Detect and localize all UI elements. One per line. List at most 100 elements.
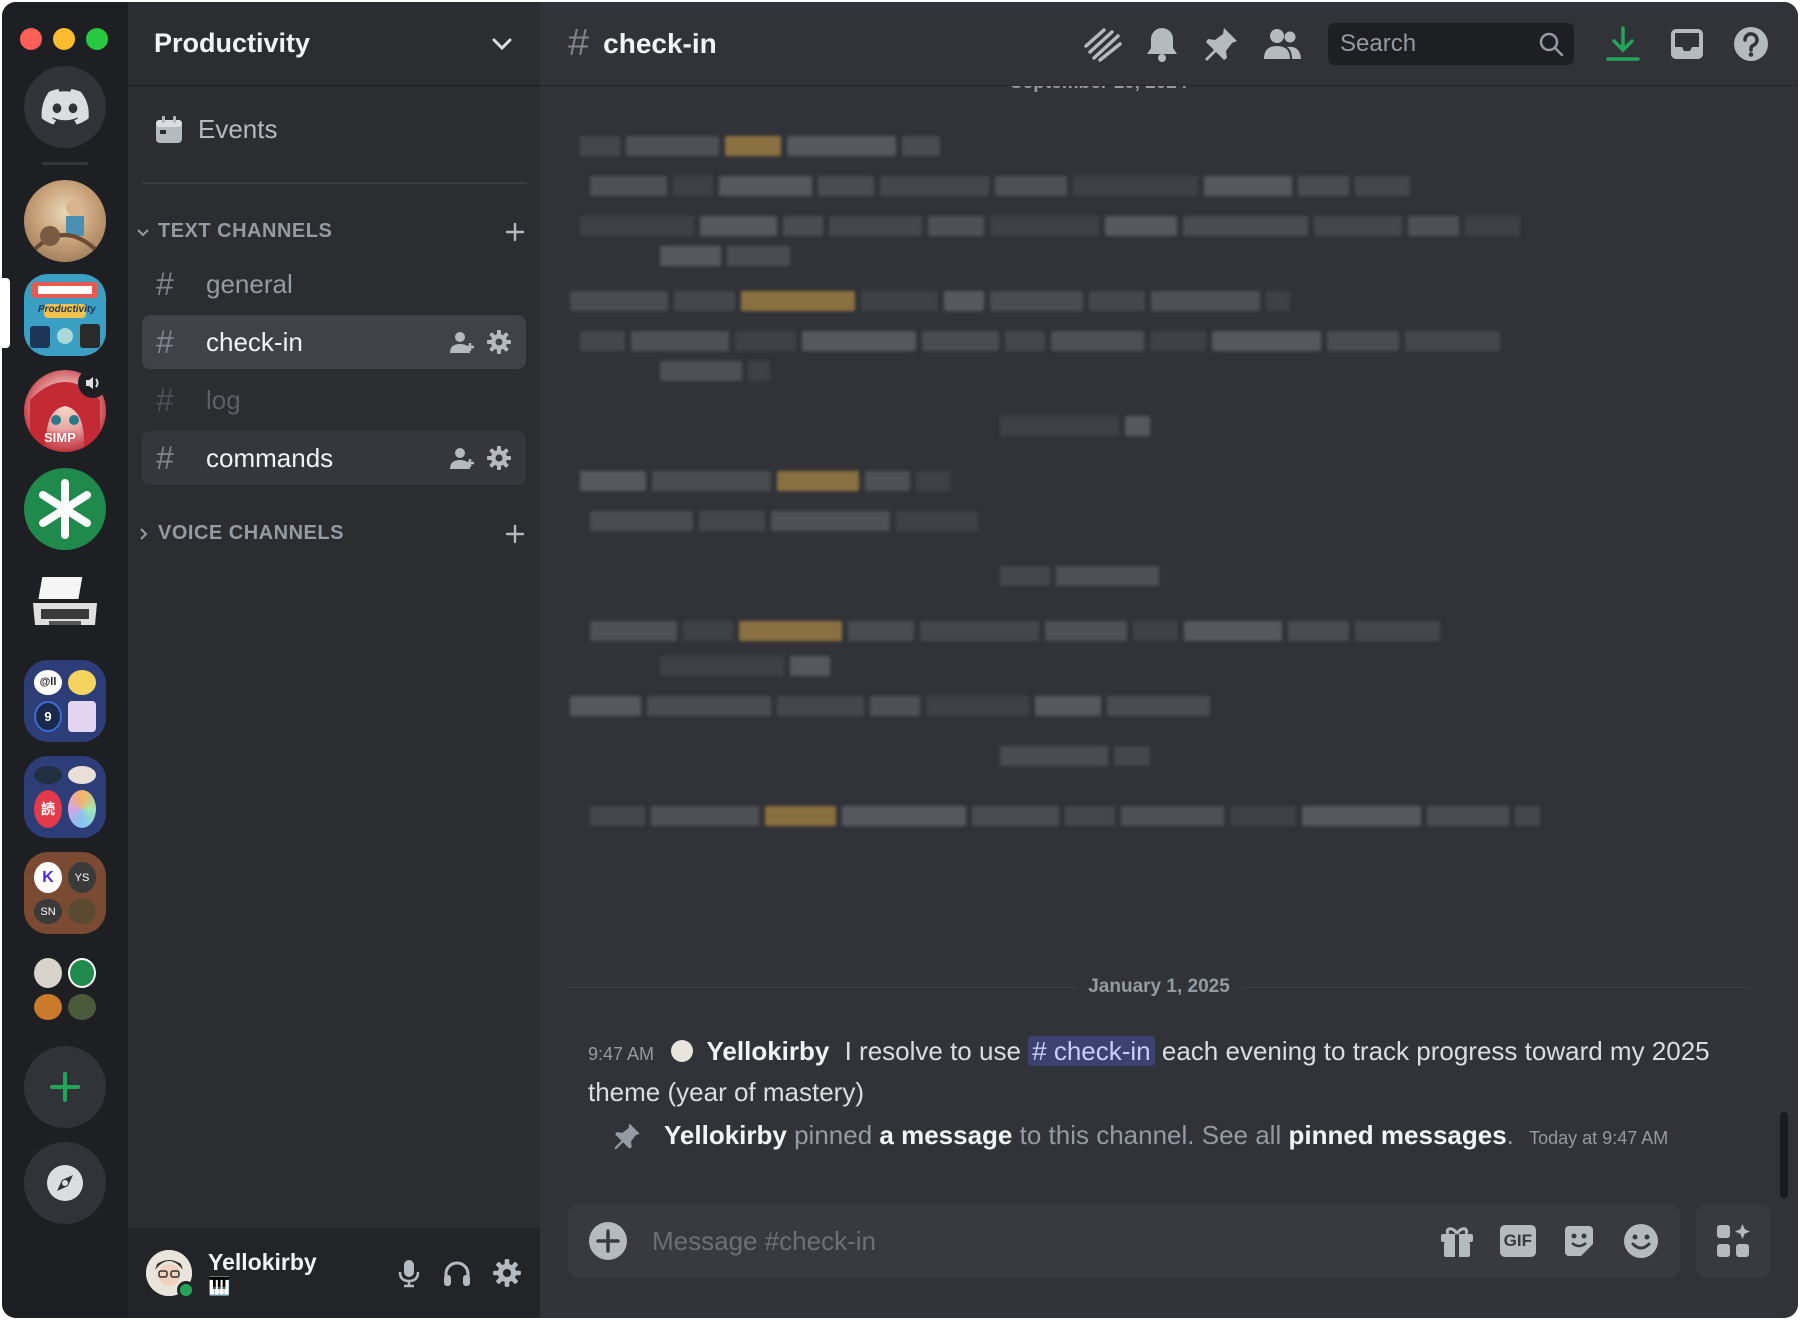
message-input[interactable]: Message #check-in xyxy=(652,1226,1414,1257)
hashtag-icon: # xyxy=(156,265,174,302)
server-folder-1[interactable]: @ll 9 xyxy=(24,660,106,742)
folder-server-icon[interactable] xyxy=(68,790,96,828)
add-channel-icon[interactable] xyxy=(504,221,526,243)
blurred-text-block xyxy=(699,511,765,531)
search-input[interactable]: Search xyxy=(1328,22,1574,65)
download-button[interactable] xyxy=(1604,25,1642,63)
blurred-text-block xyxy=(652,471,771,491)
avatar[interactable] xyxy=(146,1250,195,1299)
inbox-icon xyxy=(1671,28,1703,59)
blurred-text-block xyxy=(880,176,989,196)
help-button[interactable] xyxy=(1732,25,1770,63)
server-asterisk-icon[interactable] xyxy=(24,468,106,550)
category-voice-channels[interactable]: VOICE CHANNELS xyxy=(136,522,526,545)
channel-commands[interactable]: # commands xyxy=(142,431,526,485)
blurred-text-block xyxy=(1408,216,1459,236)
blurred-text-block xyxy=(1089,291,1145,311)
server-folder-4[interactable] xyxy=(24,948,106,1030)
folder-server-icon[interactable] xyxy=(34,958,62,988)
headphones-icon[interactable] xyxy=(442,1258,472,1288)
member-list-button[interactable] xyxy=(1262,26,1302,62)
pinned-messages-button[interactable] xyxy=(1202,25,1240,63)
discord-home-button[interactable] xyxy=(24,66,106,148)
zoom-window-button[interactable] xyxy=(86,28,108,50)
blurred-text-block xyxy=(926,696,1029,716)
folder-server-icon[interactable] xyxy=(68,670,96,695)
folder-server-icon[interactable] xyxy=(34,994,62,1020)
scrollbar[interactable] xyxy=(1780,1112,1788,1198)
inbox-button[interactable] xyxy=(1668,25,1706,63)
invite-user-icon[interactable] xyxy=(448,445,476,471)
folder-server-icon[interactable]: 9 xyxy=(34,700,62,732)
channel-log[interactable]: # log xyxy=(142,373,526,427)
message-author[interactable]: Yellokirby xyxy=(707,1036,830,1066)
channel-general[interactable]: # general xyxy=(142,257,526,311)
folder-server-icon[interactable]: 読 xyxy=(34,790,62,828)
notifications-button[interactable] xyxy=(1144,25,1180,63)
microphone-icon[interactable] xyxy=(396,1258,422,1288)
discover-button[interactable] xyxy=(24,1142,106,1224)
folder-server-icon[interactable] xyxy=(68,766,96,784)
folder-server-icon[interactable] xyxy=(68,958,96,988)
folder-server-icon[interactable]: SN xyxy=(34,899,62,924)
pin-icon xyxy=(614,1122,640,1149)
pinned-messages-link[interactable]: pinned messages xyxy=(1288,1120,1506,1150)
channel-name: general xyxy=(206,268,293,299)
apps-button[interactable] xyxy=(1696,1204,1770,1278)
folder-server-icon[interactable]: @ll xyxy=(34,670,62,695)
folder-server-icon[interactable]: YS xyxy=(68,862,96,893)
folder-server-icon[interactable] xyxy=(34,766,62,784)
channel-mention[interactable]: # check-in xyxy=(1028,1036,1155,1066)
server-art-text: Productivity xyxy=(38,304,96,315)
blurred-text-block xyxy=(700,216,777,236)
add-channel-icon[interactable] xyxy=(504,523,526,545)
gift-button[interactable] xyxy=(1438,1222,1476,1260)
pinned-message-link[interactable]: a message xyxy=(879,1120,1012,1150)
user-name: Yellokirby xyxy=(208,1249,317,1275)
blurred-text-block xyxy=(1045,621,1127,641)
add-server-button[interactable] xyxy=(24,1046,106,1128)
pin-author[interactable]: Yellokirby xyxy=(664,1120,787,1150)
channel-check-in[interactable]: # check-in xyxy=(142,315,526,369)
blurred-text-block xyxy=(719,176,812,196)
blurred-text-block xyxy=(647,696,771,716)
discord-window: Productivity SIMP @ll 9 読 K YS SN Produc… xyxy=(2,2,1798,1318)
server-productivity-icon[interactable]: Productivity xyxy=(24,274,106,356)
gear-icon[interactable] xyxy=(486,445,512,471)
minimize-window-button[interactable] xyxy=(53,28,75,50)
folder-server-icon[interactable]: K xyxy=(34,862,62,893)
attach-plus-icon[interactable] xyxy=(588,1221,628,1261)
server-typewriter-icon[interactable] xyxy=(24,562,106,644)
server-sketch-icon[interactable] xyxy=(24,180,106,262)
user-settings-gear-icon[interactable] xyxy=(492,1258,522,1288)
blurred-text-block xyxy=(777,471,859,491)
message[interactable]: 9:47 AM Yellokirby I resolve to use # ch… xyxy=(588,1032,1718,1111)
folder-server-icon[interactable] xyxy=(68,899,96,924)
category-text-channels[interactable]: TEXT CHANNELS xyxy=(136,220,526,243)
hashtag-icon: # xyxy=(156,439,174,476)
guild-header[interactable]: Productivity xyxy=(128,2,540,86)
emoji-button[interactable] xyxy=(1622,1222,1660,1260)
folder-server-icon[interactable] xyxy=(68,700,96,732)
selected-server-pill xyxy=(2,278,10,348)
threads-button[interactable] xyxy=(1082,26,1122,62)
folder-server-icon[interactable] xyxy=(68,994,96,1020)
gift-icon xyxy=(1440,1227,1473,1257)
author-avatar[interactable] xyxy=(671,1040,694,1063)
blurred-text-block xyxy=(902,136,940,156)
channel-header: # check-in Search xyxy=(540,2,1798,86)
sticker-button[interactable] xyxy=(1560,1222,1598,1260)
invite-user-icon[interactable] xyxy=(448,329,476,355)
voice-speaker-icon xyxy=(78,368,108,398)
close-window-button[interactable] xyxy=(20,28,42,50)
blurred-text-block xyxy=(1005,331,1045,351)
blurred-text-block xyxy=(765,806,836,826)
gif-button[interactable]: GIF xyxy=(1499,1225,1536,1257)
sticker-icon xyxy=(1565,1226,1593,1256)
events-item[interactable]: Events xyxy=(154,114,278,145)
server-folder-2[interactable]: 読 xyxy=(24,756,106,838)
blurred-text-block xyxy=(896,511,978,531)
gear-icon[interactable] xyxy=(486,329,512,355)
message-composer[interactable]: Message #check-in GIF xyxy=(568,1204,1680,1278)
server-folder-3[interactable]: K YS SN xyxy=(24,852,106,934)
